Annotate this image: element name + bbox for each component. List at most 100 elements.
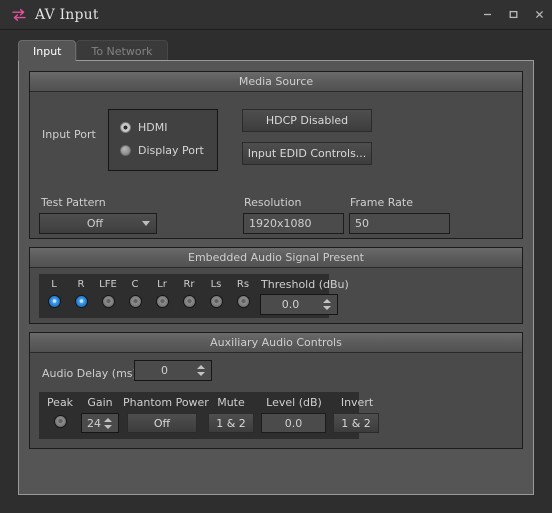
audio-channel-lr-led — [155, 295, 169, 308]
group-media-source: Media Source Input Port HDMI Display Por… — [29, 71, 523, 239]
aux-gain-value: 24 — [87, 416, 101, 430]
radio-display-port[interactable]: Display Port — [120, 144, 204, 157]
aux-gain-increment-icon[interactable] — [104, 417, 112, 422]
group-embedded-audio: Embedded Audio Signal Present L R LFE C … — [29, 247, 523, 324]
audio-channel-lr: Lr — [149, 278, 175, 308]
window-title: AV Input — [35, 6, 99, 23]
audio-channel-indicator-panel: L R LFE C Lr Rr Ls Rs Threshold (dBu) 0.… — [39, 274, 349, 318]
threshold-label: Threshold (dBu) — [261, 278, 349, 291]
audio-delay-spinner[interactable]: 0 — [134, 360, 212, 381]
aux-mute-column: Mute 1 & 2 — [205, 396, 257, 433]
av-input-window: AV Input Input To Network Media Source I… — [0, 0, 552, 513]
aux-gain-stepper[interactable] — [101, 414, 118, 432]
aux-gain-label: Gain — [87, 396, 113, 409]
audio-channel-l-led — [47, 295, 61, 308]
audio-channel-rs-led — [236, 295, 250, 308]
threshold-value: 0.0 — [281, 298, 300, 311]
radio-display-port-label: Display Port — [138, 144, 204, 157]
resolution-label: Resolution — [244, 196, 302, 209]
title-bar: AV Input — [0, 0, 552, 30]
group-aux-audio-body: Audio Delay (ms) 0 Peak Gain 24 Phantom … — [30, 353, 522, 449]
aux-peak-column: Peak — [42, 396, 78, 428]
audio-channel-c-led — [128, 295, 142, 308]
tab-input[interactable]: Input — [18, 40, 77, 61]
radio-hdmi[interactable]: HDMI — [120, 121, 167, 134]
test-pattern-label: Test Pattern — [41, 196, 106, 209]
audio-channel-lfe-led — [101, 295, 115, 308]
threshold-increment-icon[interactable] — [323, 299, 331, 303]
threshold-spinner[interactable]: 0.0 — [260, 294, 338, 315]
close-button[interactable] — [526, 0, 552, 30]
hdcp-status-button[interactable]: HDCP Disabled — [242, 109, 372, 132]
test-pattern-value: Off — [86, 217, 104, 230]
audio-channel-r-label: R — [77, 279, 85, 290]
aux-mute-label: Mute — [217, 396, 245, 409]
tab-input-label: Input — [33, 44, 62, 58]
audio-channel-rr-led — [182, 295, 196, 308]
aux-invert-label: Invert — [340, 396, 374, 409]
aux-level-field[interactable]: 0.0 — [261, 413, 326, 433]
audio-channel-ls-label: Ls — [210, 279, 222, 290]
aux-peak-led — [53, 415, 67, 428]
input-port-label: Input Port — [42, 128, 96, 141]
aux-phantom-label: Phantom Power — [123, 396, 209, 409]
audio-channel-ls-led — [209, 295, 223, 308]
audio-delay-value: 0 — [161, 364, 168, 377]
aux-phantom-column: Phantom Power Off — [123, 396, 209, 433]
audio-channel-rr: Rr — [176, 278, 202, 308]
maximize-button[interactable] — [500, 0, 526, 30]
audio-delay-decrement-icon[interactable] — [197, 372, 205, 376]
audio-channel-l: L — [41, 278, 67, 308]
transfer-arrows-icon — [11, 7, 27, 23]
aux-audio-control-strip: Peak Gain 24 Phantom Power Off Mute 1 & … — [39, 392, 379, 439]
radio-hdmi-indicator — [120, 122, 131, 133]
audio-channel-lr-label: Lr — [157, 279, 167, 290]
audio-channel-lfe: LFE — [95, 278, 121, 308]
aux-gain-spinner[interactable]: 24 — [81, 413, 119, 433]
audio-channel-ls: Ls — [203, 278, 229, 308]
radio-display-port-indicator — [120, 145, 131, 156]
aux-gain-column: Gain 24 — [79, 396, 121, 433]
chevron-down-icon — [136, 221, 156, 226]
aux-phantom-power-button[interactable]: Off — [127, 413, 197, 433]
audio-delay-stepper[interactable] — [194, 361, 211, 380]
audio-channel-r-led — [74, 295, 88, 308]
threshold-decrement-icon[interactable] — [323, 306, 331, 310]
audio-channel-c-label: C — [131, 279, 139, 290]
frame-rate-label: Frame Rate — [350, 196, 413, 209]
audio-delay-label: Audio Delay (ms) — [42, 367, 137, 380]
minimize-button[interactable] — [474, 0, 500, 30]
audio-channel-l-label: L — [51, 279, 57, 290]
frame-rate-field: 50 — [349, 213, 450, 234]
audio-delay-increment-icon[interactable] — [197, 365, 205, 369]
radio-hdmi-label: HDMI — [138, 121, 168, 134]
group-embedded-audio-body: L R LFE C Lr Rr Ls Rs Threshold (dBu) 0.… — [30, 268, 522, 324]
tab-strip: Input To Network — [18, 40, 168, 61]
aux-mute-button[interactable]: 1 & 2 — [208, 413, 254, 433]
audio-channel-lfe-label: LFE — [99, 279, 117, 290]
audio-channel-c: C — [122, 278, 148, 308]
aux-peak-label: Peak — [46, 396, 74, 409]
tab-to-network-label: To Network — [91, 44, 153, 58]
threshold-stepper[interactable] — [320, 295, 337, 314]
resolution-field: 1920x1080 — [243, 213, 344, 234]
window-controls — [474, 0, 552, 29]
group-aux-audio: Auxiliary Audio Controls Audio Delay (ms… — [29, 332, 523, 449]
group-media-source-title: Media Source — [30, 72, 522, 92]
aux-invert-column: Invert 1 & 2 — [331, 396, 383, 433]
input-edid-controls-button[interactable]: Input EDID Controls... — [242, 142, 372, 165]
audio-channel-rs: Rs — [230, 278, 256, 308]
aux-level-label: Level (dB) — [266, 396, 322, 409]
group-embedded-audio-title: Embedded Audio Signal Present — [30, 248, 522, 268]
input-tab-page: Media Source Input Port HDMI Display Por… — [18, 60, 534, 495]
input-port-radio-group: HDMI Display Port — [108, 109, 218, 171]
audio-channel-rs-label: Rs — [236, 279, 250, 290]
group-aux-audio-title: Auxiliary Audio Controls — [30, 333, 522, 353]
audio-channel-r: R — [68, 278, 94, 308]
aux-invert-button[interactable]: 1 & 2 — [333, 413, 379, 433]
audio-channel-rr-label: Rr — [183, 279, 195, 290]
aux-level-column: Level (dB) 0.0 — [259, 396, 329, 433]
aux-gain-decrement-icon[interactable] — [104, 424, 112, 429]
test-pattern-combobox[interactable]: Off — [39, 213, 157, 234]
tab-to-network[interactable]: To Network — [76, 40, 168, 61]
